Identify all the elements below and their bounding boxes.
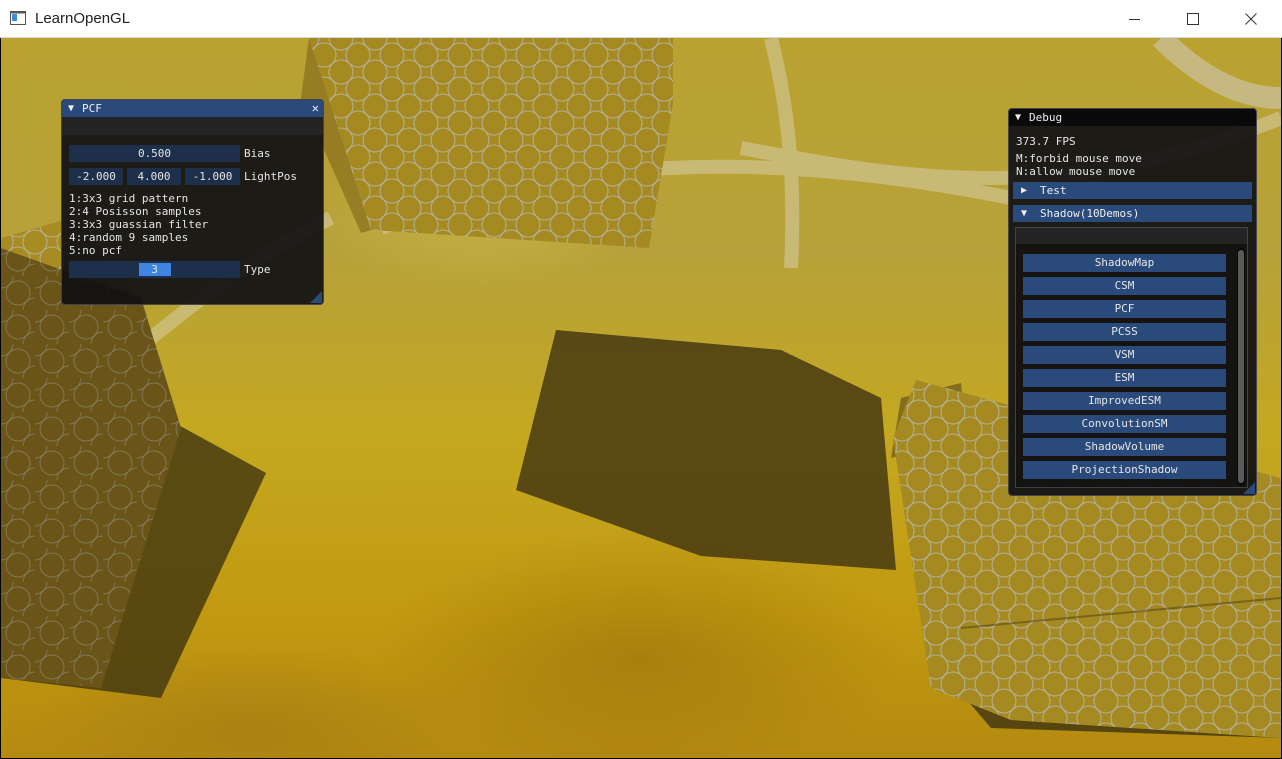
bias-label: Bias [244,147,271,160]
minimize-icon [1129,19,1140,20]
demo-button-shadowmap[interactable]: ShadowMap [1023,254,1226,272]
demo-button-projectionshadow[interactable]: ProjectionShadow [1023,461,1226,479]
test-section-header[interactable]: ▶ Test [1013,182,1252,199]
debug-window-header[interactable]: ▼ Debug [1009,109,1256,126]
lightpos-label: LightPos [244,170,297,183]
close-icon[interactable]: ✕ [312,100,319,117]
lightpos-x-value: -2.000 [76,170,116,183]
shadow-demos-menubar [1016,228,1247,244]
bias-input[interactable]: 0.500 [69,145,240,162]
collapse-arrow-icon[interactable]: ▼ [1015,109,1021,126]
pcf-window-title: PCF [82,102,102,115]
demo-button-csm[interactable]: CSM [1023,277,1226,295]
lightpos-y-value: 4.000 [137,170,171,183]
collapse-arrow-icon[interactable]: ▼ [68,100,74,117]
demos-scrollbar[interactable] [1237,248,1245,485]
pcf-help-line-3: 3:3x3 guassian filter [69,218,209,231]
debug-window[interactable]: ▼ Debug 373.7 FPS M:forbid mouse move N:… [1008,108,1257,496]
demo-button-esm[interactable]: ESM [1023,369,1226,387]
hint-allow-mouse: N:allow mouse move [1016,165,1136,178]
window-title: LearnOpenGL [35,10,131,27]
pcf-help-line-1: 1:3x3 grid pattern [69,192,189,205]
demo-button-improvedesm[interactable]: ImprovedESM [1023,392,1226,410]
type-slider[interactable]: 3 [69,261,240,278]
shadow-demos-list[interactable]: ShadowMap CSM PCF PCSS VSM ESM ImprovedE… [1015,227,1248,488]
close-button[interactable] [1222,0,1280,38]
shadow-section-header[interactable]: ▼ Shadow(10Demos) [1013,205,1252,222]
resize-grip-icon[interactable] [1243,482,1255,494]
expand-arrow-icon: ▶ [1021,185,1028,196]
demos-scrollbar-grab[interactable] [1238,250,1244,483]
pcf-menubar [62,117,323,135]
pcf-help-line-4: 4:random 9 samples [69,231,189,244]
maximize-icon [1187,13,1199,25]
test-section-label: Test [1040,184,1067,197]
maximize-button[interactable] [1164,0,1222,38]
lightpos-z-value: -1.000 [192,170,233,183]
lightpos-x-input[interactable]: -2.000 [69,168,123,185]
collapse-arrow-icon: ▼ [1021,208,1028,219]
demo-button-shadowvolume[interactable]: ShadowVolume [1023,438,1226,456]
pcf-window[interactable]: ▼ PCF ✕ 0.500 Bias -2.000 4.000 -1.000 L… [61,99,324,305]
pcf-help-line-5: 5:no pcf [69,244,122,257]
demo-button-pcss[interactable]: PCSS [1023,323,1226,341]
fps-counter: 373.7 FPS [1016,135,1076,148]
lightpos-y-input[interactable]: 4.000 [127,168,181,185]
resize-grip-icon[interactable] [310,291,322,303]
type-label: Type [244,263,271,276]
demo-button-pcf[interactable]: PCF [1023,300,1226,318]
bias-value: 0.500 [137,147,172,160]
type-value: 3 [151,263,158,276]
shadow-section-label: Shadow(10Demos) [1040,207,1140,220]
window-titlebar[interactable]: LearnOpenGL [0,0,1282,38]
debug-window-title: Debug [1029,111,1063,124]
close-icon [1245,13,1257,25]
pcf-help-line-2: 2:4 Posisson samples [69,205,202,218]
demo-button-vsm[interactable]: VSM [1023,346,1226,364]
demo-button-convolutionsm[interactable]: ConvolutionSM [1023,415,1226,433]
hint-forbid-mouse: M:forbid mouse move [1016,152,1142,165]
pcf-window-header[interactable]: ▼ PCF ✕ [62,100,323,117]
lightpos-z-input[interactable]: -1.000 [185,168,240,185]
minimize-button[interactable] [1106,0,1164,38]
app-window-icon [10,11,26,25]
